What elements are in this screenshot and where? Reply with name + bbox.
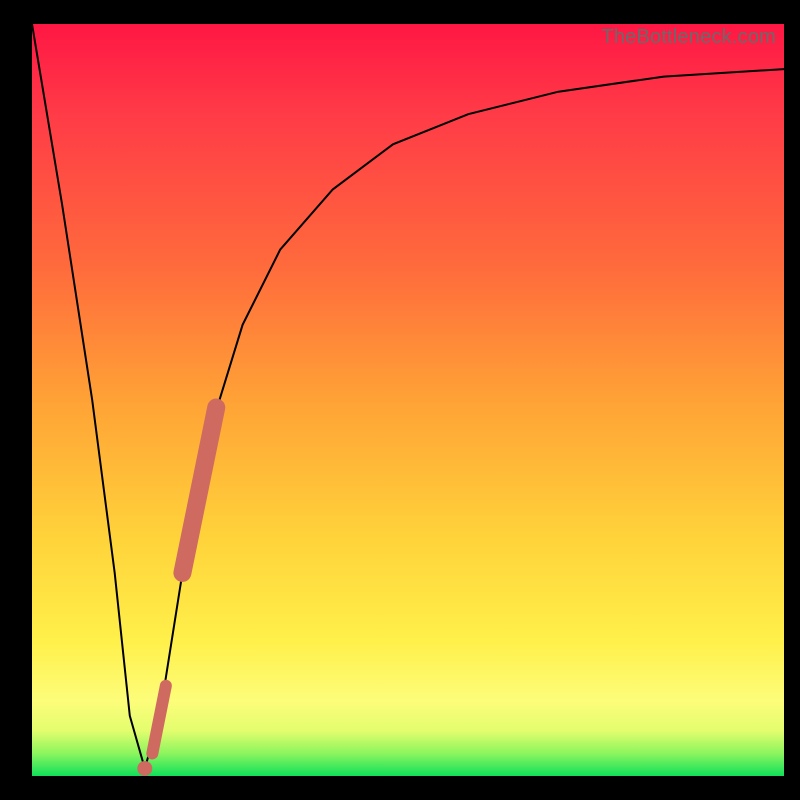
bottleneck-curve (32, 24, 784, 769)
segment-b (152, 686, 166, 754)
point-min (137, 761, 152, 776)
chart-frame: TheBottleneck.com (0, 0, 800, 800)
chart-svg (32, 24, 784, 776)
marker-layer (137, 408, 216, 776)
plot-area: TheBottleneck.com (32, 24, 784, 776)
segment-a (182, 408, 216, 573)
